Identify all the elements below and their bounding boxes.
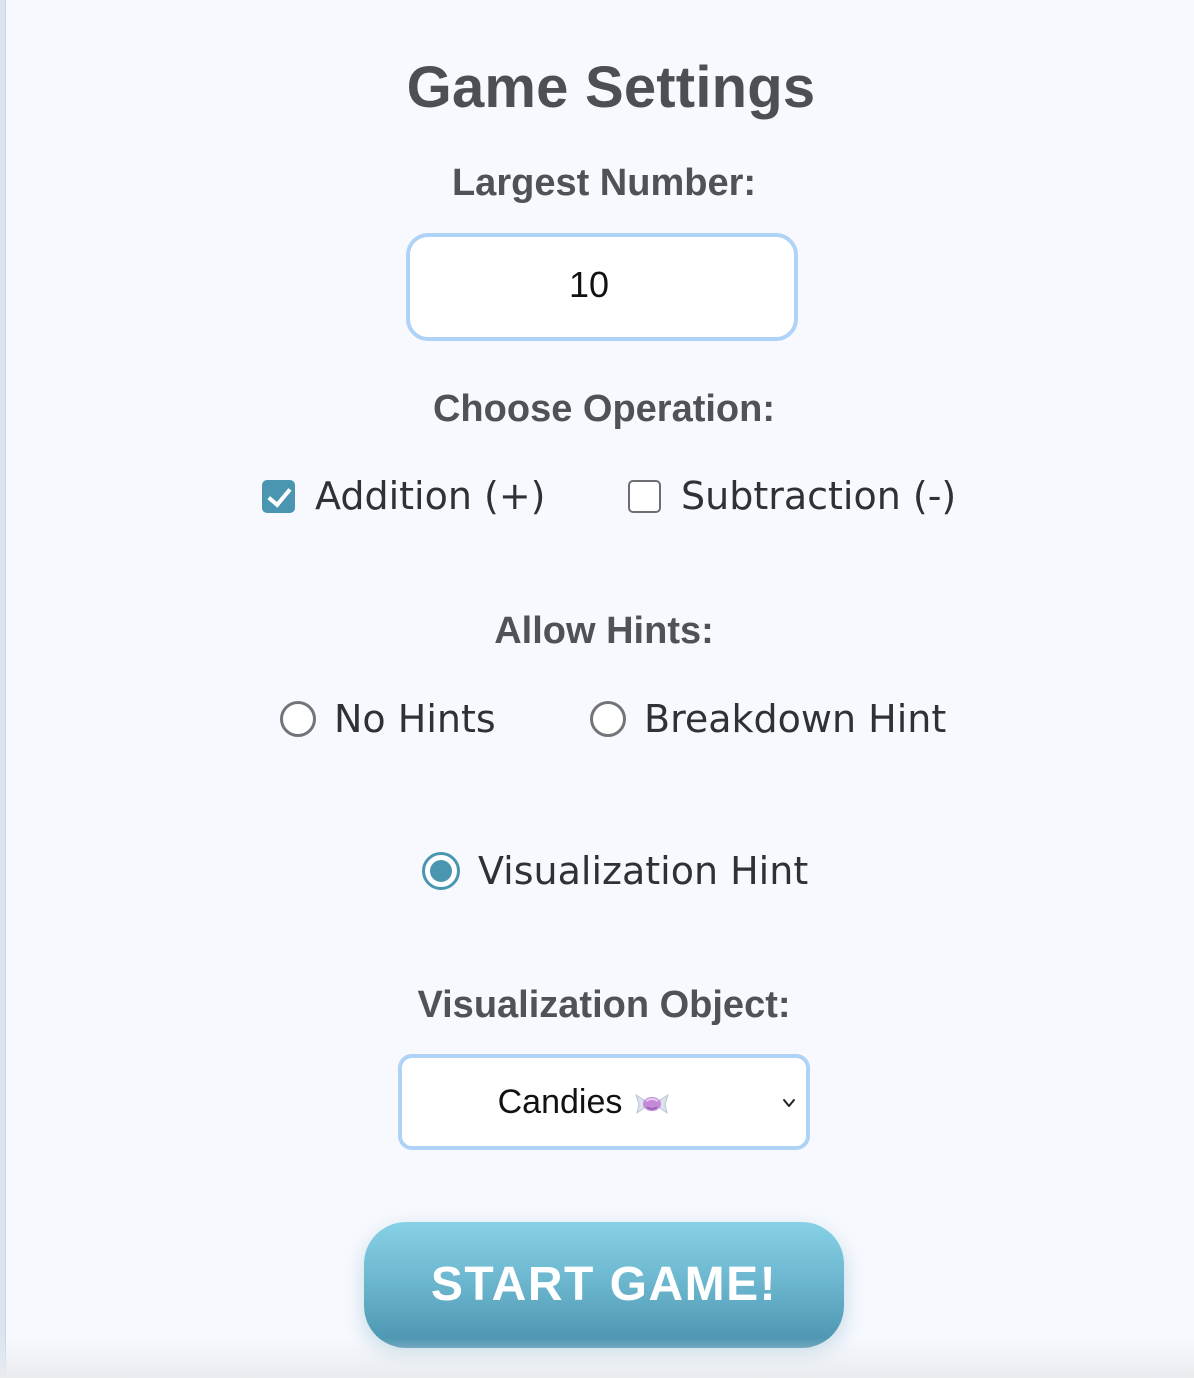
start-game-button[interactable]: START GAME! (364, 1222, 844, 1348)
breakdown-hint-label: Breakdown Hint (644, 697, 947, 741)
visualization-object-select[interactable]: Candies (398, 1054, 810, 1150)
visualization-object-text: Candies (497, 1082, 623, 1121)
largest-number-label: Largest Number: (451, 162, 757, 204)
breakdown-hint-radio[interactable] (590, 701, 626, 737)
chevron-down-icon (783, 1099, 795, 1107)
largest-number-input[interactable] (406, 233, 798, 341)
addition-option[interactable]: Addition (+) (262, 474, 546, 518)
visualization-object-value: Candies (498, 1083, 671, 1122)
no-hints-label: No Hints (334, 697, 496, 741)
visualization-hint-radio[interactable] (422, 852, 460, 890)
no-hints-option[interactable]: No Hints (280, 697, 496, 741)
no-hints-radio[interactable] (280, 701, 316, 737)
subtraction-checkbox[interactable] (628, 479, 661, 513)
subtraction-label: Subtraction (-) (681, 474, 957, 518)
breakdown-hint-option[interactable]: Breakdown Hint (590, 697, 946, 741)
bottom-fade (0, 1338, 1194, 1378)
operation-label: Choose Operation: (432, 388, 776, 430)
visualization-hint-option[interactable]: Visualization Hint (422, 849, 808, 893)
candy-icon (635, 1093, 670, 1114)
addition-checkbox[interactable] (262, 479, 295, 513)
visualization-hint-label: Visualization Hint (478, 849, 809, 893)
subtraction-option[interactable]: Subtraction (-) (628, 474, 956, 518)
visualization-object-label: Visualization Object: (417, 984, 791, 1026)
addition-label: Addition (+) (315, 474, 546, 518)
page-title: Game Settings (406, 55, 816, 120)
hints-label: Allow Hints: (494, 610, 714, 652)
game-settings-panel: Game Settings Largest Number: Choose Ope… (6, 0, 1194, 1378)
